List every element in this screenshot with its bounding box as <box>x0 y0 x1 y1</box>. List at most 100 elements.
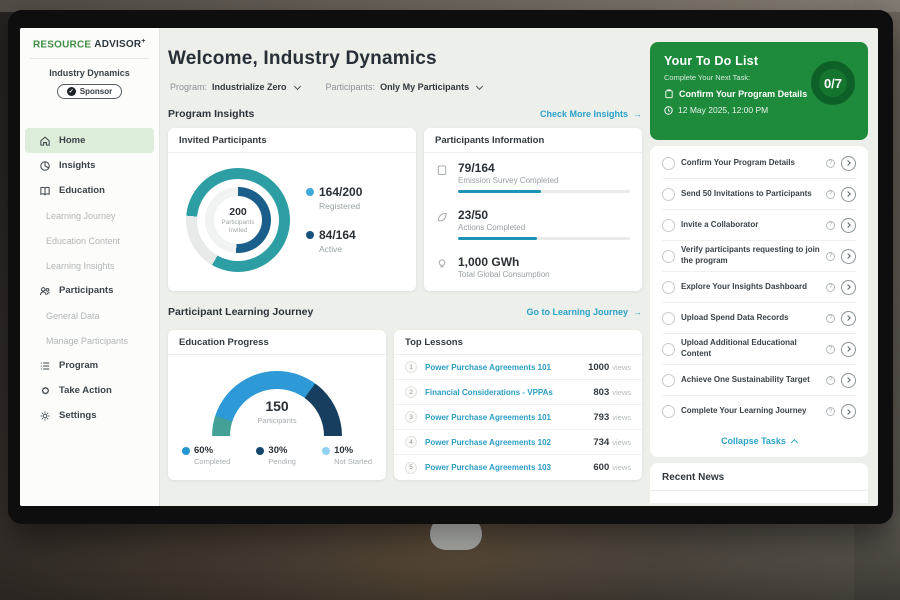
stat-emission-survey: 79/164 Emission Survey Completed <box>424 153 642 200</box>
task-checkbox[interactable] <box>662 219 675 232</box>
sidebar-item-education-content[interactable]: Education Content <box>20 228 159 253</box>
sidebar-item-label: Education <box>59 185 105 196</box>
sponsor-icon <box>67 87 76 96</box>
task-open-button[interactable] <box>841 249 856 264</box>
sidebar-item-learning-insights[interactable]: Learning Insights <box>20 253 159 278</box>
lesson-rank-badge: 4 <box>405 436 417 448</box>
help-icon[interactable] <box>826 159 835 168</box>
task-open-button[interactable] <box>841 156 856 171</box>
invited-participants-chart-area: 200 Participants Invited <box>168 153 416 291</box>
clipboard-icon <box>664 89 674 99</box>
lesson-rank-badge: 5 <box>405 462 417 474</box>
dashboard-screen: RESOURCEADVISOR+ Industry Dynamics Spons… <box>20 28 878 506</box>
sidebar-item-education[interactable]: Education <box>25 178 154 203</box>
invited-donut-center: 200 Participants Invited <box>214 196 262 244</box>
legend-dot-not-started <box>322 447 330 455</box>
help-icon[interactable] <box>826 252 835 261</box>
task-open-button[interactable] <box>841 373 856 388</box>
lesson-link[interactable]: Financial Considerations - VPPAs <box>425 388 593 397</box>
sidebar-item-insights[interactable]: Insights <box>25 153 154 178</box>
filter-bar: Program: Industrialize Zero Participants… <box>170 82 482 92</box>
check-more-insights-link[interactable]: Check More Insights <box>540 109 642 119</box>
education-gauge-center: 150 Participants <box>212 398 342 425</box>
sidebar-item-general-data[interactable]: General Data <box>20 303 159 328</box>
collapse-tasks-button[interactable]: Collapse Tasks <box>662 427 856 455</box>
lesson-link[interactable]: Power Purchase Agreements 101 <box>425 413 593 422</box>
task-checkbox[interactable] <box>662 343 675 356</box>
help-icon[interactable] <box>826 190 835 199</box>
task-checkbox[interactable] <box>662 281 675 294</box>
task-checkbox[interactable] <box>662 188 675 201</box>
program-insights-title: Program Insights <box>168 108 254 120</box>
sponsor-badge[interactable]: Sponsor <box>57 84 122 99</box>
task-checkbox[interactable] <box>662 374 675 387</box>
participants-filter[interactable]: Participants: Only My Participants <box>326 82 483 92</box>
help-icon[interactable] <box>826 407 835 416</box>
participants-information-card: Participants Information 79/164 Emission… <box>424 128 642 291</box>
chevron-right-icon <box>845 409 851 415</box>
stat-global-consumption: 1,000 GWh Total Global Consumption <box>424 247 642 286</box>
task-open-button[interactable] <box>841 187 856 202</box>
monitor-bezel: RESOURCEADVISOR+ Industry Dynamics Spons… <box>8 10 893 524</box>
task-checkbox[interactable] <box>662 405 675 418</box>
help-icon[interactable] <box>826 314 835 323</box>
task-row: Complete Your Learning Journey <box>662 396 856 427</box>
sidebar-item-learning-journey[interactable]: Learning Journey <box>20 203 159 228</box>
invited-donut-outer: 200 Participants Invited <box>186 168 290 272</box>
sidebar-item-program[interactable]: Program <box>25 353 154 378</box>
lesson-link[interactable]: Power Purchase Agreements 103 <box>425 463 593 472</box>
task-checkbox[interactable] <box>662 157 675 170</box>
settings-gear-icon <box>39 410 51 422</box>
task-row: Send 50 Invitations to Participants <box>662 179 856 210</box>
lesson-link[interactable]: Power Purchase Agreements 102 <box>425 438 593 447</box>
task-open-button[interactable] <box>841 218 856 233</box>
chevron-right-icon <box>845 191 851 197</box>
legend-item-completed: 60% Completed <box>182 445 230 466</box>
sidebar-item-label: Take Action <box>59 385 112 396</box>
arrow-right-icon <box>628 307 642 317</box>
help-icon[interactable] <box>826 345 835 354</box>
help-icon[interactable] <box>826 221 835 230</box>
sidebar-item-home[interactable]: Home <box>25 128 154 153</box>
invited-center-value: 200 <box>229 206 247 218</box>
go-to-learning-journey-link[interactable]: Go to Learning Journey <box>526 307 642 317</box>
task-checkbox[interactable] <box>662 312 675 325</box>
sidebar-item-manage-participants[interactable]: Manage Participants <box>20 328 159 353</box>
task-row: Confirm Your Program Details <box>662 148 856 179</box>
task-row: Invite a Collaborator <box>662 210 856 241</box>
task-checkbox[interactable] <box>662 250 675 263</box>
invited-legend: 164/200 Registered 84/164 Active <box>306 185 362 271</box>
lesson-link[interactable]: Power Purchase Agreements 101 <box>425 363 588 372</box>
program-filter[interactable]: Program: Industrialize Zero <box>170 82 300 92</box>
home-icon <box>39 135 51 147</box>
legend-dot-active <box>306 231 314 239</box>
legend-dot-registered <box>306 188 314 196</box>
top-lessons-card-title: Top Lessons <box>394 330 642 355</box>
task-open-button[interactable] <box>841 280 856 295</box>
actions-leaf-icon <box>436 211 448 223</box>
insights-icon <box>39 160 51 172</box>
logo-resource: RESOURCE <box>33 39 91 50</box>
logo-advisor: ADVISOR <box>94 39 141 50</box>
sidebar-item-take-action[interactable]: Take Action <box>25 378 154 403</box>
help-icon[interactable] <box>826 283 835 292</box>
task-open-button[interactable] <box>841 342 856 357</box>
lesson-rank-badge: 3 <box>405 411 417 423</box>
participants-icon <box>39 285 51 297</box>
org-name: Industry Dynamics <box>20 68 159 78</box>
sidebar-item-participants[interactable]: Participants <box>25 278 154 303</box>
task-row: Upload Additional Educational Content <box>662 334 856 365</box>
sidebar-item-settings[interactable]: Settings <box>25 403 154 428</box>
task-row: Upload Spend Data Records <box>662 303 856 334</box>
task-open-button[interactable] <box>841 404 856 419</box>
legend-item-registered: 164/200 Registered <box>306 185 362 211</box>
chevron-up-icon <box>791 439 798 446</box>
todo-tasks-card: Confirm Your Program Details Send 50 Inv… <box>650 146 868 457</box>
invited-center-label: Participants Invited <box>218 219 258 235</box>
program-list-icon <box>39 360 51 372</box>
help-icon[interactable] <box>826 376 835 385</box>
task-open-button[interactable] <box>841 311 856 326</box>
app-logo: RESOURCEADVISOR+ <box>20 28 159 50</box>
lesson-rank-badge: 2 <box>405 386 417 398</box>
sidebar: RESOURCEADVISOR+ Industry Dynamics Spons… <box>20 28 160 506</box>
